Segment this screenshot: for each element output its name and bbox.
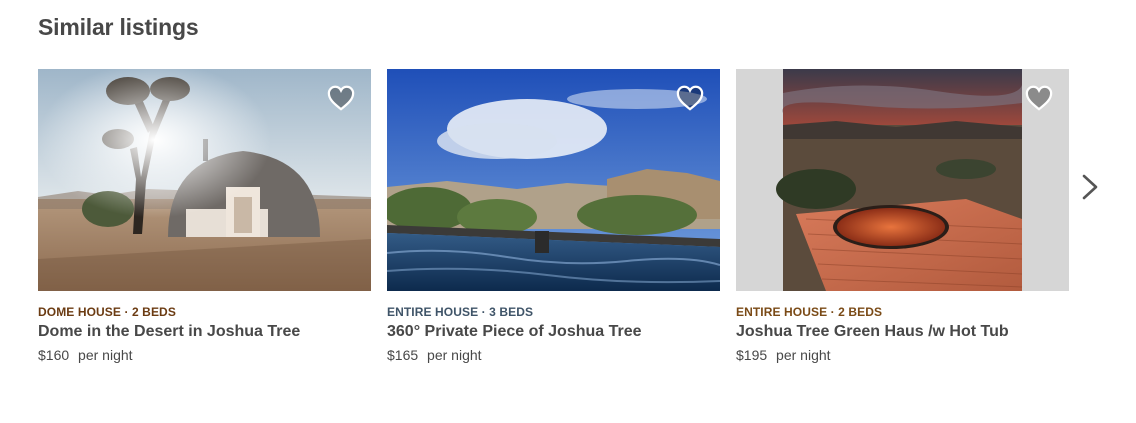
pool-view-image — [387, 69, 720, 291]
price-amount: $160 — [38, 347, 70, 363]
price-unit: per night — [776, 347, 831, 363]
listing-price: $165 per night — [387, 345, 720, 365]
heart-icon[interactable] — [326, 84, 356, 112]
listing-photo[interactable] — [38, 69, 371, 291]
listing-price: $195 per night — [736, 345, 1069, 365]
listing-title[interactable]: Joshua Tree Green Haus /w Hot Tub — [736, 321, 1069, 343]
price-amount: $165 — [387, 347, 419, 363]
section-title: Similar listings — [38, 14, 199, 40]
listing-kicker: ENTIRE HOUSE · 2 BEDS — [736, 305, 883, 319]
listing-price: $160 per night — [38, 345, 371, 365]
price-unit: per night — [78, 347, 133, 363]
hot-tub-image — [736, 69, 1069, 291]
listing-kicker: ENTIRE HOUSE · 3 BEDS — [387, 305, 534, 319]
listing-kicker: DOME HOUSE · 2 BEDS — [38, 305, 176, 319]
listing-title[interactable]: 360° Private Piece of Joshua Tree — [387, 321, 720, 343]
dome-house-image — [38, 69, 371, 291]
price-amount: $195 — [736, 347, 768, 363]
listing-photo[interactable] — [387, 69, 720, 291]
heart-icon[interactable] — [1024, 84, 1054, 112]
listing-card[interactable]: ENTIRE HOUSE · 2 BEDS Joshua Tree Green … — [736, 69, 1069, 365]
listing-title[interactable]: Dome in the Desert in Joshua Tree — [38, 321, 371, 343]
chevron-right-icon[interactable] — [1078, 172, 1102, 202]
heart-icon[interactable] — [675, 84, 705, 112]
listing-photo[interactable] — [736, 69, 1069, 291]
price-unit: per night — [427, 347, 482, 363]
listing-card[interactable]: ENTIRE HOUSE · 3 BEDS 360° Private Piece… — [387, 69, 720, 365]
listing-card[interactable]: DOME HOUSE · 2 BEDS Dome in the Desert i… — [38, 69, 371, 365]
